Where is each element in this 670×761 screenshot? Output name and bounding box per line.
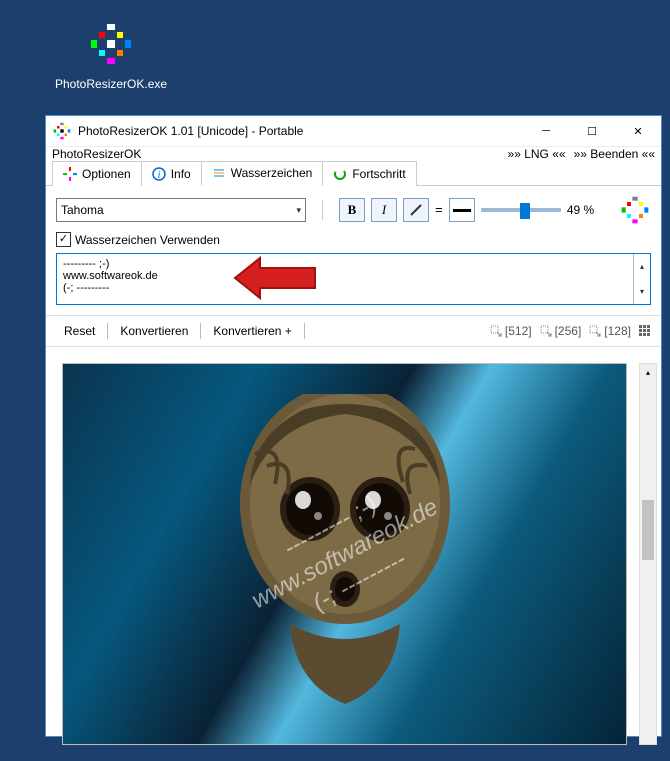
size-128[interactable]: [128]: [589, 324, 631, 338]
watermark-text-value: --------- ;-) www.softwareok.de (-; ----…: [57, 254, 633, 304]
bold-button[interactable]: B: [339, 198, 365, 222]
tab-info-label: Info: [171, 167, 191, 181]
opacity-slider[interactable]: [481, 208, 561, 212]
desktop-shortcut[interactable]: PhotoResizerOK.exe: [55, 20, 167, 91]
desktop-shortcut-label: PhotoResizerOK.exe: [55, 77, 167, 91]
scroll-up-icon[interactable]: ▴: [640, 364, 656, 380]
progress-icon: [333, 167, 347, 181]
titlebar-icon: [52, 121, 72, 141]
tab-progress[interactable]: Fortschritt: [322, 161, 416, 186]
scrollbar[interactable]: ▴: [639, 363, 657, 745]
close-button[interactable]: ✕: [615, 116, 661, 146]
grid-icon: [639, 325, 651, 337]
window-title: PhotoResizerOK 1.01 [Unicode] - Portable: [78, 124, 523, 138]
resize-icon: [490, 325, 502, 337]
use-watermark-label: Wasserzeichen Verwenden: [75, 233, 220, 247]
watermark-text-input[interactable]: --------- ;-) www.softwareok.de (-; ----…: [56, 253, 651, 305]
tab-watermark[interactable]: Wasserzeichen: [201, 161, 324, 186]
equals-icon: =: [435, 203, 443, 218]
tab-progress-label: Fortschritt: [352, 167, 405, 181]
resize-icon: [589, 325, 601, 337]
app-icon: [619, 194, 651, 226]
size-256[interactable]: [256]: [540, 324, 582, 338]
color-button[interactable]: [449, 198, 475, 222]
app-icon: [87, 20, 135, 68]
menu-exit[interactable]: »» Beenden ««: [574, 147, 655, 161]
chevron-down-icon: ▾: [296, 205, 301, 216]
minimize-button[interactable]: ─: [523, 116, 569, 146]
font-dropdown[interactable]: Tahoma ▾: [56, 198, 306, 222]
tab-watermark-label: Wasserzeichen: [231, 166, 313, 180]
font-name: Tahoma: [61, 203, 104, 217]
convert-button[interactable]: Konvertieren: [112, 322, 196, 340]
watermark-icon: [212, 166, 226, 180]
app-window: PhotoResizerOK 1.01 [Unicode] - Portable…: [45, 115, 662, 737]
menu-app[interactable]: PhotoResizerOK: [52, 147, 141, 161]
use-watermark-checkbox[interactable]: ✓: [56, 232, 71, 247]
menu-language[interactable]: »» LNG ««: [508, 147, 566, 161]
convert-plus-button[interactable]: Konvertieren +: [205, 322, 299, 340]
opacity-value: 49 %: [567, 203, 601, 217]
maximize-button[interactable]: ☐: [569, 116, 615, 146]
svg-text:i: i: [157, 170, 160, 181]
image-preview: --------- ;-) www.softwareok.de (-; ----…: [62, 363, 627, 745]
line-color-button[interactable]: [403, 198, 429, 222]
spin-down[interactable]: ▾: [634, 279, 650, 304]
size-512[interactable]: [512]: [490, 324, 532, 338]
info-icon: i: [152, 167, 166, 181]
tab-info[interactable]: i Info: [141, 161, 202, 186]
tab-options[interactable]: Optionen: [52, 161, 142, 186]
grid-view-button[interactable]: [639, 325, 651, 337]
reset-button[interactable]: Reset: [56, 322, 103, 340]
options-icon: [63, 167, 77, 181]
spin-up[interactable]: ▴: [634, 254, 650, 279]
resize-icon: [540, 325, 552, 337]
italic-button[interactable]: I: [371, 198, 397, 222]
titlebar[interactable]: PhotoResizerOK 1.01 [Unicode] - Portable…: [46, 116, 661, 147]
tab-options-label: Optionen: [82, 167, 131, 181]
